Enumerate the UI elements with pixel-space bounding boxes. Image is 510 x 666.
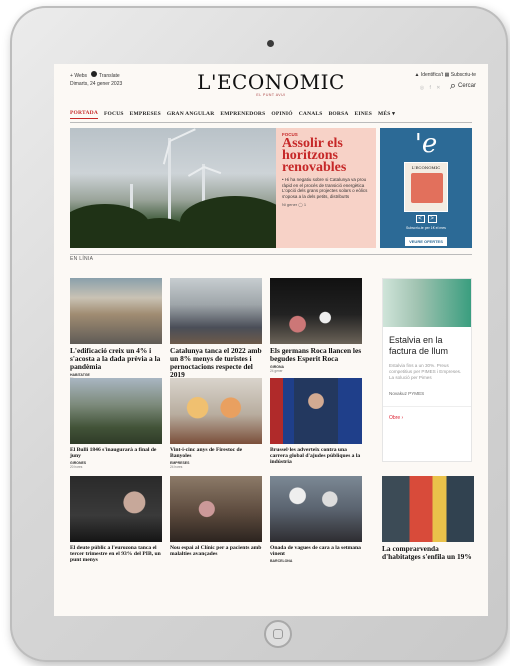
hero-body: • Hi ha negatiu sobre si Catalunya va pr… xyxy=(282,177,368,199)
article-image xyxy=(270,378,362,444)
nav-canals[interactable]: CANALS xyxy=(299,111,323,117)
article-card[interactable]: Nou espai al Clínic per a pacients amb m… xyxy=(170,476,262,557)
article-title[interactable]: L'edificació creix un 4% i s'acosta a la… xyxy=(70,347,162,371)
ad-open-button[interactable]: Obre › xyxy=(389,415,465,421)
logo-subtitle: EL PUNT AVUI xyxy=(256,93,286,97)
article-title[interactable]: Catalunya tanca el 2022 amb un 8% menys … xyxy=(170,347,262,379)
article-title[interactable]: El deute públic a l'eurozona tanca el te… xyxy=(70,545,162,563)
next-arrow-icon[interactable]: > xyxy=(427,215,437,223)
hero-image[interactable] xyxy=(70,128,276,248)
tablet-frame: + Webs Translate Dimarts, 24 gener 2023 … xyxy=(10,6,508,662)
ad-brand: Novakuz PYMES xyxy=(389,391,425,396)
hero-card[interactable]: FOCUS Assolir els horitzons renovables •… xyxy=(276,128,376,248)
article-card[interactable]: Brussel·les adverteix contra una carrera… xyxy=(270,378,362,465)
camera-icon xyxy=(267,40,274,47)
nav-divider xyxy=(70,122,472,123)
article-card[interactable]: El deute públic a l'eurozona tanca el te… xyxy=(70,476,162,563)
ad-image xyxy=(383,279,471,327)
browser-screen: + Webs Translate Dimarts, 24 gener 2023 … xyxy=(54,64,488,616)
article-card[interactable]: La comprarvenda d'habitatges s'enfila un… xyxy=(382,476,474,561)
home-icon xyxy=(273,629,283,639)
wind-turbine xyxy=(168,138,171,226)
hero-title[interactable]: Assolir els horitzons renovables xyxy=(282,137,370,175)
subscription-promo: 'e L'ECONOMIC < > Subscriu-te per 1€ el … xyxy=(380,128,472,248)
nav-gran-angular[interactable]: GRAN ANGULAR xyxy=(167,111,214,117)
ad-headline: Estalvia en la factura de llum xyxy=(389,335,449,356)
promo-text: Subscriu-te per 1€ el mes xyxy=(406,226,446,230)
article-image xyxy=(170,476,262,542)
article-image xyxy=(170,378,262,444)
promo-logo: 'e xyxy=(414,129,438,159)
nav-empreses[interactable]: EMPRESES xyxy=(130,111,161,117)
top-bar: + Webs Translate Dimarts, 24 gener 2023 … xyxy=(54,64,488,97)
article-title[interactable]: La comprarvenda d'habitatges s'enfila un… xyxy=(382,545,474,561)
article-image xyxy=(270,476,362,542)
main-nav: PORTADA FOCUS EMPRESES GRAN ANGULAR EMPR… xyxy=(70,107,472,121)
magazine-cover[interactable]: L'ECONOMIC xyxy=(404,162,448,212)
article-title[interactable]: Els germans Roca llancen les begudes Esp… xyxy=(270,347,362,363)
article-title[interactable]: Brussel·les adverteix contra una carrera… xyxy=(270,447,362,465)
article-card[interactable]: Catalunya tanca el 2022 amb un 8% menys … xyxy=(170,278,262,379)
article-card[interactable]: El Bulli 1846 s'inaugurarà a final de ju… xyxy=(70,378,162,469)
article-card[interactable]: Onada de vagues de cara a la setmana vin… xyxy=(270,476,362,563)
section-divider xyxy=(70,254,472,255)
nav-focus[interactable]: FOCUS xyxy=(104,111,124,117)
article-card[interactable]: L'edificació creix un 4% i s'acosta a la… xyxy=(70,278,162,381)
nav-portada[interactable]: PORTADA xyxy=(70,110,98,119)
nav-eines[interactable]: EINES xyxy=(355,111,373,117)
ad-body: Estalvia fins a un 30%. Preus competitiu… xyxy=(389,363,462,380)
home-button[interactable] xyxy=(264,620,292,648)
hero-meta: Ni gener ◯ 1 xyxy=(282,202,307,207)
site-logo[interactable]: L'ECONOMIC xyxy=(54,70,488,94)
advertisement[interactable]: Estalvia en la factura de llum Estalvia … xyxy=(382,278,472,462)
nav-mes[interactable]: MÉS ▾ xyxy=(378,111,395,117)
article-image xyxy=(270,278,362,344)
article-image xyxy=(70,278,162,344)
nav-emprenedors[interactable]: EMPRENEDORS xyxy=(220,111,265,117)
article-image xyxy=(382,476,474,542)
article-title[interactable]: Vint-i-cinc anys de Firestoc de Banyoles xyxy=(170,447,262,459)
section-label: EN LÍNIA xyxy=(70,256,94,262)
nav-borsa[interactable]: BORSA xyxy=(329,111,349,117)
nav-opinio[interactable]: OPINIÓ xyxy=(271,111,292,117)
article-image xyxy=(70,378,162,444)
article-card[interactable]: Vint-i-cinc anys de Firestoc de Banyoles… xyxy=(170,378,262,469)
article-card[interactable]: Els germans Roca llancen les begudes Esp… xyxy=(270,278,362,373)
article-title[interactable]: El Bulli 1846 s'inaugurarà a final de ju… xyxy=(70,447,162,459)
article-title[interactable]: Nou espai al Clínic per a pacients amb m… xyxy=(170,545,262,557)
view-offers-button[interactable]: VEURE OFERTES xyxy=(405,237,447,246)
promo-arrows: < > xyxy=(380,215,472,223)
prev-arrow-icon[interactable]: < xyxy=(415,215,425,223)
article-image xyxy=(70,476,162,542)
article-image xyxy=(170,278,262,344)
article-title[interactable]: Onada de vagues de cara a la setmana vin… xyxy=(270,545,362,557)
